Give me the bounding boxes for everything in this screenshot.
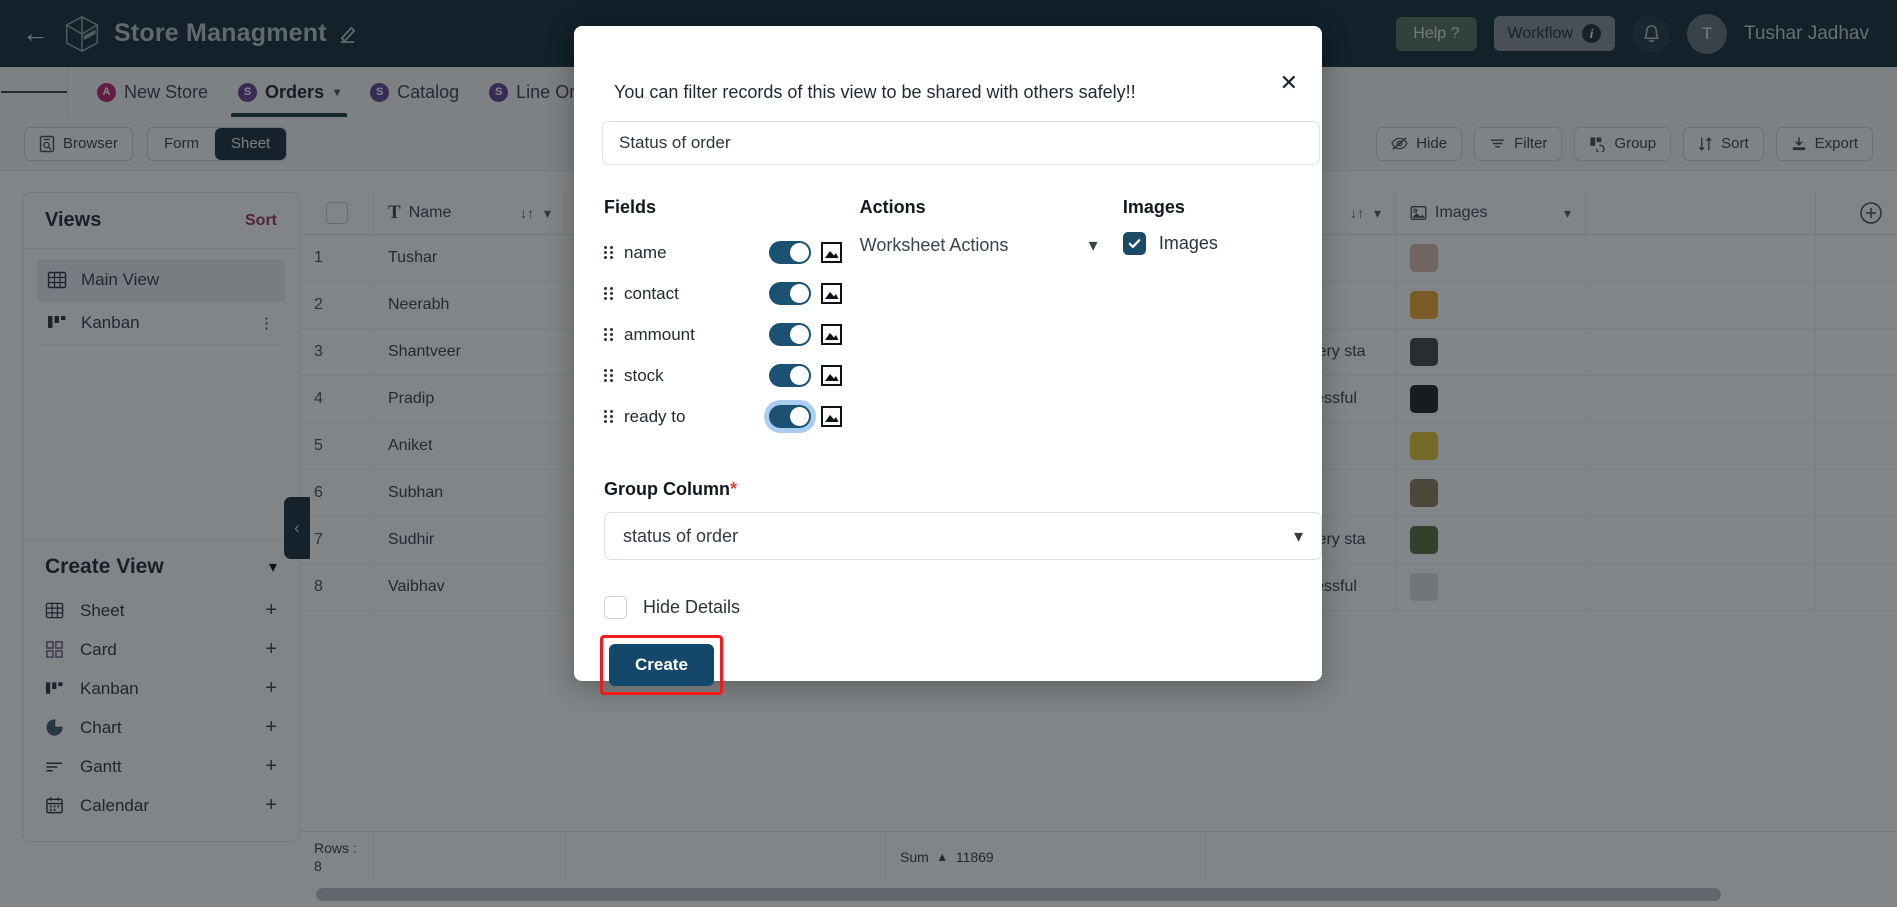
- field-row-contact: contact: [604, 273, 860, 314]
- field-visibility-toggle[interactable]: [769, 364, 811, 387]
- field-row-name: name: [604, 232, 860, 273]
- drag-handle-icon[interactable]: [604, 246, 614, 259]
- drag-handle-icon[interactable]: [604, 287, 614, 300]
- hide-details-checkbox[interactable]: [604, 596, 627, 619]
- images-title: Images: [1122, 197, 1185, 217]
- image-icon[interactable]: [821, 242, 842, 263]
- images-checkbox[interactable]: [1122, 232, 1146, 255]
- fields-section: Fields name contact ammount stock ready …: [604, 197, 860, 437]
- field-row-ready-to: ready to: [604, 396, 860, 437]
- group-column-text: Group Column: [604, 479, 730, 499]
- field-visibility-toggle[interactable]: [769, 282, 811, 305]
- group-column-select[interactable]: status of order ▾: [604, 512, 1322, 560]
- view-name-input[interactable]: [602, 121, 1320, 165]
- hide-details-row: Hide Details: [588, 560, 1308, 619]
- image-icon[interactable]: [821, 324, 842, 345]
- field-visibility-toggle[interactable]: [769, 241, 811, 264]
- chevron-down-icon[interactable]: ▾: [1294, 526, 1303, 547]
- field-visibility-toggle[interactable]: [769, 323, 811, 346]
- image-icon[interactable]: [821, 283, 842, 304]
- field-label: ammount: [624, 324, 695, 344]
- create-button[interactable]: Create: [609, 644, 714, 686]
- group-column-value: status of order: [623, 525, 739, 546]
- check-icon: [1128, 239, 1141, 248]
- field-label: stock: [624, 365, 664, 385]
- actions-section: Actions Worksheet Actions ▾: [860, 197, 1123, 437]
- group-column-section: Group Column* status of order ▾: [588, 437, 1322, 560]
- share-view-modal: ✕ You can filter records of this view to…: [574, 26, 1322, 695]
- field-label: contact: [624, 283, 679, 303]
- images-section: Images Images: [1122, 197, 1292, 437]
- image-icon[interactable]: [821, 406, 842, 427]
- field-row-stock: stock: [604, 355, 860, 396]
- modal-description: You can filter records of this view to b…: [614, 82, 1136, 102]
- close-icon[interactable]: ✕: [1280, 72, 1298, 94]
- drag-handle-icon[interactable]: [604, 369, 614, 382]
- drag-handle-icon[interactable]: [604, 410, 614, 423]
- field-label: ready to: [624, 406, 686, 426]
- worksheet-actions-value: Worksheet Actions: [859, 235, 1009, 255]
- modal-columns: Fields name contact ammount stock ready …: [588, 165, 1308, 437]
- field-visibility-toggle[interactable]: [769, 405, 811, 428]
- images-checkbox-label: Images: [1158, 233, 1218, 253]
- hide-details-label: Hide Details: [643, 597, 741, 617]
- field-row-ammount: ammount: [604, 314, 860, 355]
- chevron-down-icon[interactable]: ▾: [1089, 235, 1098, 256]
- worksheet-actions-select[interactable]: Worksheet Actions ▾: [860, 232, 1098, 256]
- field-label: name: [624, 242, 667, 262]
- image-icon[interactable]: [821, 365, 842, 386]
- group-column-label: Group Column*: [604, 479, 1292, 500]
- images-checkbox-row: Images: [1122, 232, 1292, 255]
- create-button-highlight: Create: [600, 635, 723, 695]
- fields-title: Fields: [604, 197, 657, 217]
- drag-handle-icon[interactable]: [604, 328, 614, 341]
- actions-title: Actions: [859, 197, 926, 217]
- required-marker: *: [729, 479, 737, 499]
